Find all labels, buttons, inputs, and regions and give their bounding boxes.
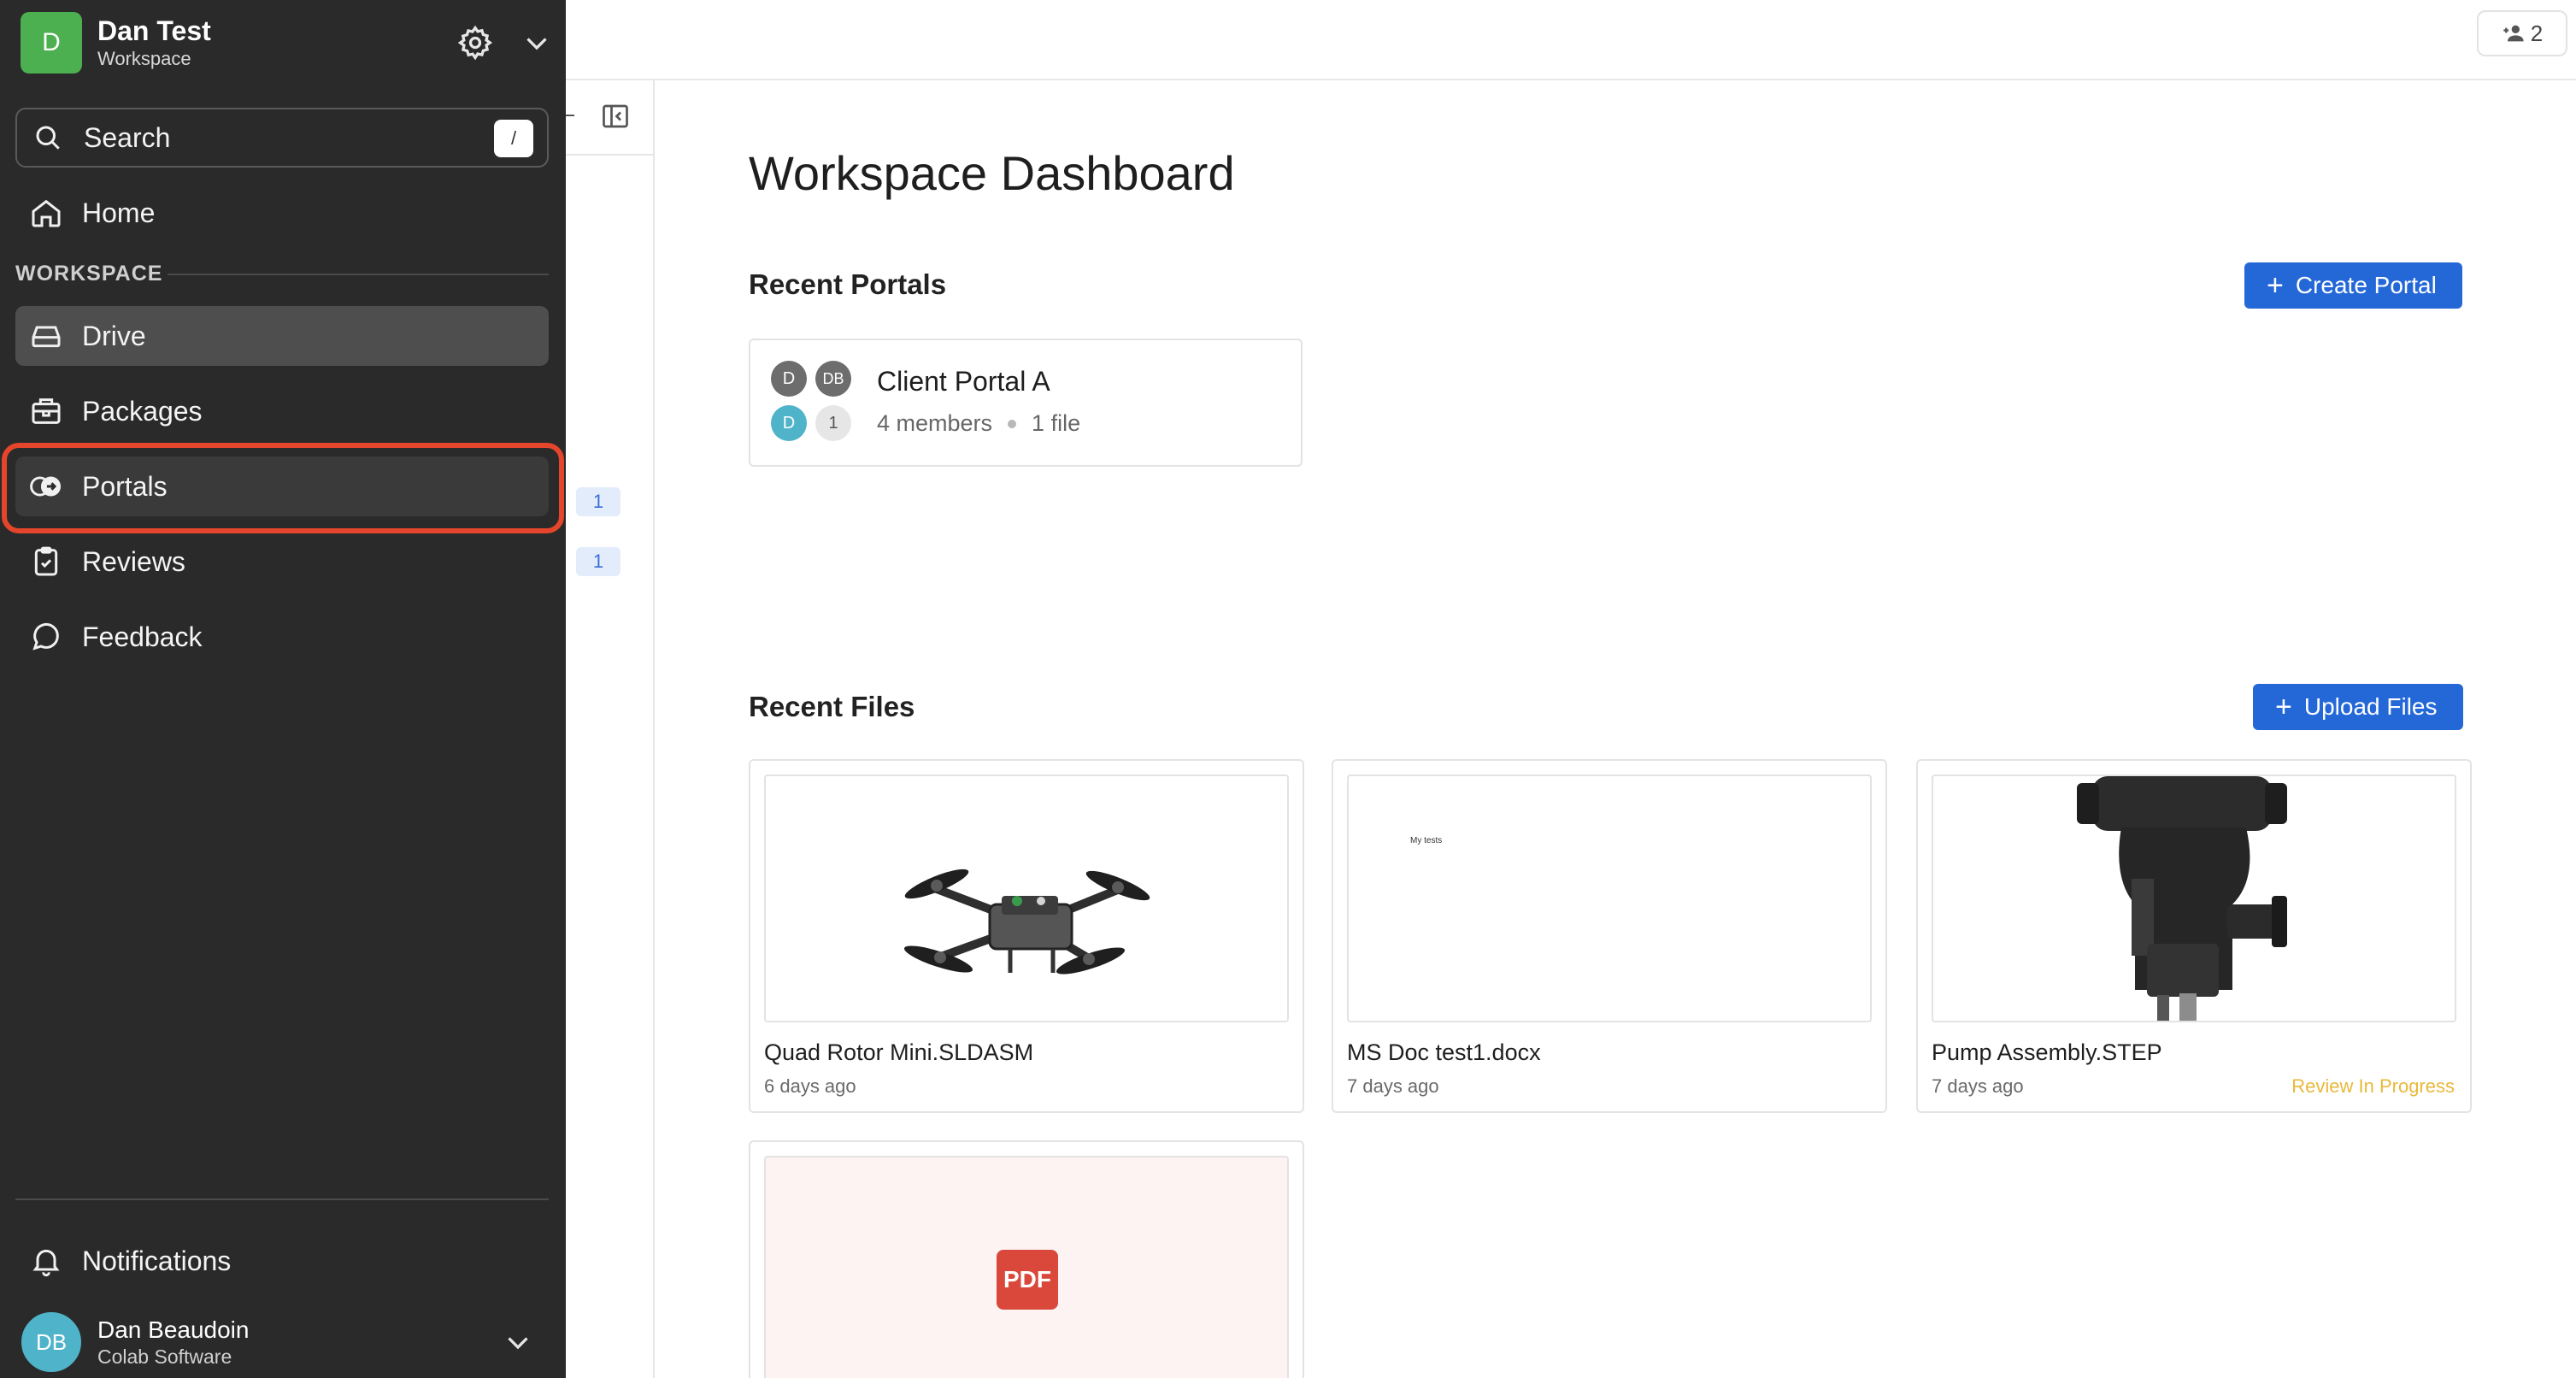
workspace-switcher[interactable]: D Dan Test Workspace: [21, 12, 547, 74]
add-member-icon: [2503, 25, 2524, 42]
workspace-section-label: WORKSPACE: [15, 262, 163, 286]
sidebar: D Dan Test Workspace Search / Home WORKS…: [0, 0, 566, 1378]
document-preview-text: My tests: [1410, 836, 1443, 845]
workspace-info: Dan Test Workspace: [97, 15, 211, 71]
avatar-overflow-count: 1: [815, 405, 851, 441]
secondary-panel-dash: [566, 115, 574, 116]
file-date: 7 days ago: [1932, 1075, 2024, 1097]
user-org: Colab Software: [97, 1346, 232, 1368]
search-shortcut-key: /: [494, 120, 533, 157]
file-card[interactable]: PDF: [749, 1140, 1304, 1378]
chevron-down-icon[interactable]: [521, 27, 552, 58]
search-input[interactable]: Search /: [15, 108, 549, 168]
topbar-divider: [566, 79, 2576, 80]
file-card[interactable]: Pump Assembly.STEP 7 days ago Review In …: [1916, 759, 2472, 1113]
avatar: D: [771, 405, 807, 441]
avatar: DB: [19, 1310, 84, 1375]
portal-members: 4 members: [877, 410, 993, 436]
file-date: 7 days ago: [1347, 1075, 1439, 1097]
avatar: DB: [815, 361, 851, 397]
upload-files-label: Upload Files: [2303, 693, 2438, 720]
sidebar-bottom-divider: [15, 1198, 549, 1200]
user-info: Dan Beaudoin Colab Software: [97, 1316, 249, 1369]
file-date: 6 days ago: [764, 1075, 856, 1097]
chat-bubble-icon: [27, 618, 65, 656]
portal-files: 1 file: [1032, 410, 1081, 436]
sidebar-item-feedback[interactable]: Feedback: [15, 607, 549, 667]
dot-separator: [1008, 419, 1017, 428]
sidebar-item-label: Home: [82, 197, 156, 228]
section-divider: [168, 274, 549, 275]
status-badge: Review In Progress: [2291, 1075, 2455, 1097]
collapse-panel-icon[interactable]: [600, 101, 631, 132]
create-portal-label: Create Portal: [2295, 272, 2437, 298]
file-card[interactable]: My tests MS Doc test1.docx 7 days ago: [1332, 759, 1887, 1113]
portal-icon: [27, 468, 65, 505]
member-count: 2: [2530, 20, 2544, 46]
chevron-down-icon[interactable]: [503, 1327, 533, 1357]
search-label: Search: [84, 121, 171, 153]
pump-image: [2077, 776, 2287, 1021]
sidebar-item-home[interactable]: Home: [15, 183, 549, 243]
package-icon: [27, 392, 65, 430]
file-name: Pump Assembly.STEP: [1932, 1039, 2162, 1065]
page-title: Workspace Dashboard: [749, 146, 1235, 200]
portal-name: Client Portal A: [877, 366, 1050, 397]
sidebar-item-label: Reviews: [82, 545, 185, 577]
upload-files-button[interactable]: + Upload Files: [2253, 684, 2463, 730]
sidebar-item-label: Portals: [82, 470, 168, 502]
sidebar-item-portals[interactable]: Portals: [15, 456, 549, 516]
secondary-panel: [566, 80, 655, 1378]
sidebar-item-notifications[interactable]: Notifications: [15, 1231, 549, 1291]
count-badge: 1: [576, 487, 620, 516]
file-name: MS Doc test1.docx: [1347, 1039, 1541, 1065]
sidebar-item-label: Feedback: [82, 621, 203, 652]
user-menu[interactable]: DB Dan Beaudoin Colab Software: [19, 1310, 549, 1375]
file-thumbnail: [764, 774, 1289, 1022]
portal-card[interactable]: D DB D 1 Client Portal A 4 members 1 fil…: [749, 339, 1303, 467]
file-thumbnail: [1932, 774, 2456, 1022]
secondary-panel-divider: [566, 154, 655, 156]
file-name: Quad Rotor Mini.SLDASM: [764, 1039, 1034, 1065]
create-portal-button[interactable]: + Create Portal: [2244, 262, 2462, 309]
review-clipboard-icon: [27, 543, 65, 580]
portal-meta: 4 members 1 file: [877, 410, 1080, 437]
workspace-avatar: D: [21, 12, 82, 74]
bell-icon: [27, 1242, 65, 1280]
search-icon: [36, 126, 60, 150]
sidebar-item-label: Drive: [82, 320, 146, 351]
file-thumbnail: PDF: [764, 1156, 1289, 1378]
share-members-button[interactable]: 2: [2477, 10, 2567, 56]
file-card[interactable]: Quad Rotor Mini.SLDASM 6 days ago: [749, 759, 1304, 1113]
drone-image: [903, 869, 1150, 975]
user-name: Dan Beaudoin: [97, 1316, 250, 1343]
count-badge: 1: [576, 547, 620, 576]
plus-icon: +: [2275, 691, 2292, 723]
avatar: D: [771, 361, 807, 397]
gear-icon[interactable]: [456, 24, 494, 62]
recent-files-heading: Recent Files: [749, 691, 915, 722]
sidebar-item-reviews[interactable]: Reviews: [15, 532, 549, 592]
sidebar-item-drive[interactable]: Drive: [15, 306, 549, 366]
drive-icon: [27, 317, 65, 355]
sidebar-item-packages[interactable]: Packages: [15, 381, 549, 441]
recent-portals-heading: Recent Portals: [749, 268, 947, 300]
plus-icon: +: [2267, 269, 2284, 302]
pdf-file-icon: PDF: [997, 1250, 1058, 1310]
file-thumbnail: My tests: [1347, 774, 1872, 1022]
workspace-name: Dan Test: [97, 15, 211, 46]
sidebar-item-label: Packages: [82, 395, 203, 427]
sidebar-item-label: Notifications: [82, 1245, 232, 1276]
workspace-type: Workspace: [97, 48, 191, 69]
home-icon: [27, 194, 65, 232]
